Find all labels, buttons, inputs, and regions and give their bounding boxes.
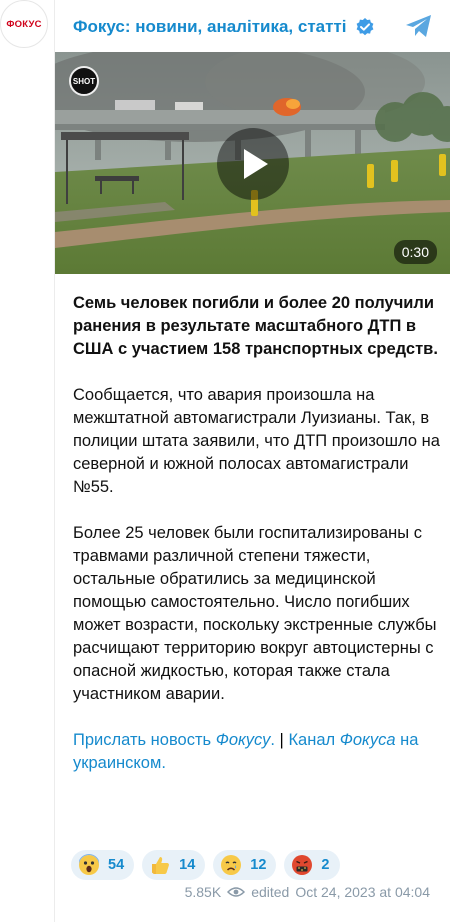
- post-text: Семь человек погибли и более 20 получили…: [73, 292, 443, 798]
- message-bubble: Фокус: новини, аналітика, статті SHOT 0:…: [54, 0, 450, 922]
- message-meta: 5.85K edited Oct 24, 2023 at 04:04: [185, 884, 430, 900]
- reaction-thumbs-up[interactable]: 14: [142, 850, 206, 880]
- avatar-label: ФОКУС: [6, 18, 42, 30]
- verified-icon: [356, 18, 373, 36]
- reactions-bar: 54 14 12 2: [71, 850, 340, 880]
- thumbs-up-icon: [152, 857, 170, 874]
- screaming-face-icon: [79, 854, 99, 875]
- duration-badge: 0:30: [393, 240, 437, 264]
- post-links: Прислать новость Фокусу. | Канал Фокуса …: [73, 729, 443, 775]
- links-separator: |: [274, 731, 289, 749]
- send-news-link-italic: Фокусу: [215, 731, 271, 749]
- reaction-crying[interactable]: 12: [213, 850, 277, 880]
- shot-logo: SHOT: [69, 66, 99, 96]
- channel-link-text: Канал: [288, 731, 336, 749]
- video-preview[interactable]: SHOT 0:30: [55, 52, 450, 274]
- post-paragraph: Более 25 человек были госпитализированы …: [73, 524, 437, 703]
- message-timestamp: Oct 24, 2023 at 04:04: [295, 884, 430, 900]
- reaction-count: 54: [108, 857, 125, 873]
- views-count: 5.85K: [184, 884, 222, 900]
- reaction-count: 14: [179, 857, 196, 873]
- channel-name[interactable]: Фокус: новини, аналітика, статті: [73, 17, 347, 37]
- reaction-count: 12: [250, 857, 267, 873]
- post-paragraph: Сообщается, что авария произошла на межш…: [73, 386, 440, 496]
- share-icon[interactable]: [404, 12, 434, 40]
- cursing-face-icon: [292, 855, 313, 875]
- reaction-cursing[interactable]: 2: [284, 850, 340, 880]
- play-button[interactable]: [217, 128, 289, 200]
- play-icon: [244, 149, 268, 179]
- edited-label: edited: [251, 884, 290, 900]
- channel-avatar[interactable]: ФОКУС: [0, 0, 48, 48]
- channel-link-italic: Фокуса: [339, 731, 396, 749]
- message-header: Фокус: новини, аналітика, статті: [73, 12, 440, 42]
- crying-face-icon: [221, 855, 242, 875]
- eye-icon: [227, 887, 246, 897]
- send-news-link-text: Прислать новость: [73, 731, 216, 749]
- reaction-screaming[interactable]: 54: [71, 850, 135, 880]
- reaction-count: 2: [321, 857, 330, 873]
- send-news-link[interactable]: Прислать новость Фокусу.: [73, 731, 275, 749]
- post-headline: Семь человек погибли и более 20 получили…: [73, 294, 438, 358]
